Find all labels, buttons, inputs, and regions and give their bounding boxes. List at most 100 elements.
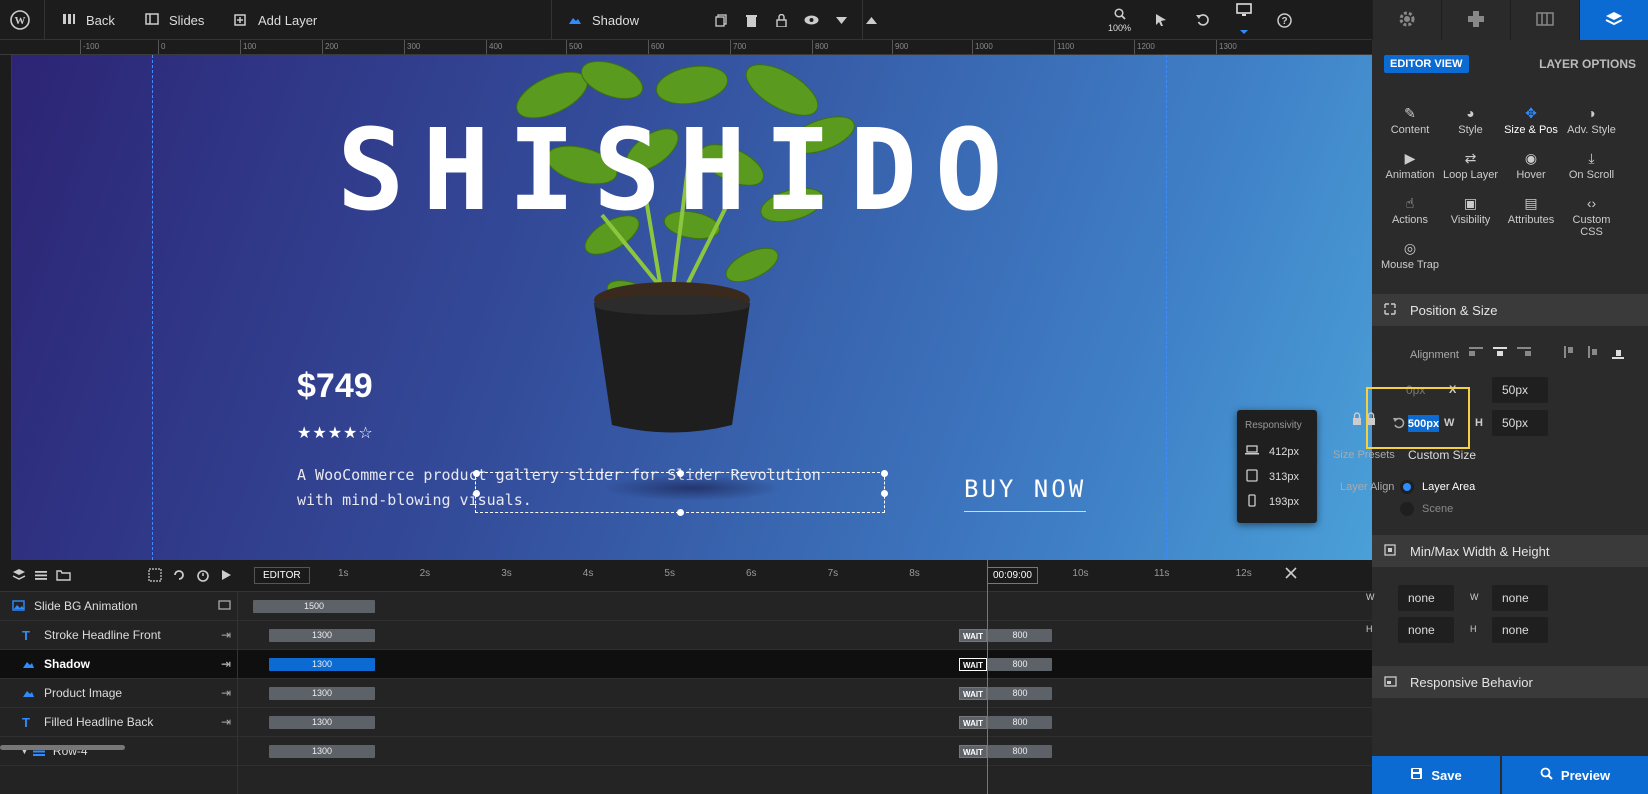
wait-marker[interactable]: WAIT [959, 658, 987, 671]
add-layer-button[interactable]: Add Layer [234, 0, 317, 40]
close-icon[interactable] [1284, 566, 1298, 583]
panel-tab-actions[interactable]: ☝ Actions [1380, 192, 1440, 227]
preview-button[interactable]: Preview [1502, 756, 1648, 794]
selection-box[interactable] [473, 470, 888, 516]
layer-row-filled-headline[interactable]: T Filled Headline Back ⇥ [0, 708, 237, 737]
responsive-section-header[interactable]: Responsive Behavior [1372, 666, 1648, 698]
settings-tab[interactable] [1372, 0, 1441, 40]
panel-tab-hover[interactable]: ◉ Hover [1501, 147, 1561, 182]
end-animation-bar[interactable]: 800 [988, 745, 1052, 758]
align-bottom-icon[interactable] [1610, 345, 1626, 362]
wordpress-logo-icon[interactable]: W [10, 0, 30, 40]
animation-bar[interactable]: 1500 [253, 600, 375, 613]
resize-handle[interactable] [677, 470, 684, 477]
arrow-to-line-icon[interactable]: ⇥ [221, 686, 231, 700]
panel-tab-content[interactable]: ✎ Content [1380, 102, 1440, 137]
panel-tab-size-pos[interactable]: ✥ Size & Pos [1501, 102, 1561, 137]
gallery-icon[interactable] [218, 599, 231, 613]
animation-bar[interactable]: 1300 [269, 687, 375, 700]
panel-tab-visibility[interactable]: ▣ Visibility [1441, 192, 1501, 227]
layers-list-icon[interactable] [12, 568, 26, 585]
layer-row-product-image[interactable]: Product Image ⇥ [0, 679, 237, 708]
trash-icon[interactable] [740, 9, 762, 31]
panel-tab-attributes[interactable]: ▤ Attributes [1501, 192, 1561, 227]
zoom-control[interactable]: 100% [1108, 0, 1131, 40]
height-input[interactable]: 50px [1492, 410, 1548, 436]
size-presets-select[interactable]: Custom Size [1398, 442, 1548, 468]
undo-icon[interactable] [1196, 0, 1210, 40]
panel-tab-on-scroll[interactable]: ⤓ On Scroll [1562, 147, 1622, 182]
grid-snap-icon[interactable] [148, 568, 162, 585]
navigation-tab[interactable] [1441, 0, 1510, 40]
min-height-input[interactable]: none [1398, 617, 1454, 643]
responsivity-laptop[interactable]: 412px [1245, 439, 1309, 464]
lock-icon[interactable] [770, 9, 792, 31]
animation-bar[interactable]: 1300 [269, 745, 375, 758]
rating-stars[interactable]: ★★★★☆ [297, 423, 374, 443]
play-icon[interactable] [220, 568, 232, 585]
move-up-icon[interactable] [860, 9, 882, 31]
select-cursor-icon[interactable] [1155, 0, 1167, 40]
lock-icon[interactable] [1350, 412, 1364, 429]
wait-marker[interactable]: WAIT [959, 629, 987, 642]
current-time[interactable]: 00:09:00 [987, 567, 1038, 584]
min-width-input[interactable]: none [1398, 585, 1454, 611]
align-top-icon[interactable] [1562, 345, 1578, 362]
timeline-playhead[interactable] [987, 560, 988, 794]
responsivity-phone[interactable]: 193px [1245, 489, 1309, 514]
eye-icon[interactable] [800, 9, 822, 31]
arrow-to-line-icon[interactable]: ⇥ [221, 715, 231, 729]
layer-row-stroke-headline[interactable]: T Stroke Headline Front ⇥ [0, 621, 237, 650]
editor-time-label[interactable]: EDITOR [254, 567, 310, 584]
resize-handle[interactable] [881, 470, 888, 477]
wait-marker[interactable]: WAIT [959, 716, 987, 729]
y-input[interactable]: 50px [1492, 377, 1548, 403]
resize-handle[interactable] [473, 470, 480, 477]
duplicate-icon[interactable] [710, 9, 732, 31]
position-size-section-header[interactable]: Position & Size [1372, 294, 1648, 326]
current-layer-selector[interactable]: Shadow [568, 0, 639, 40]
resize-handle[interactable] [473, 489, 480, 497]
move-down-icon[interactable] [830, 9, 852, 31]
layer-row-slide-bg[interactable]: Slide BG Animation [0, 592, 237, 621]
wait-marker[interactable]: WAIT [959, 687, 987, 700]
horizontal-scrollbar[interactable] [0, 745, 125, 750]
save-button[interactable]: Save [1372, 756, 1500, 794]
slide-canvas[interactable]: SHISHIDO $749 ★★★★☆ A WooCommerce produc… [12, 55, 1372, 560]
align-middle-icon[interactable] [1586, 345, 1602, 362]
headline-title[interactable]: SHISHIDO [337, 115, 1020, 227]
animation-bar[interactable]: 1300 [269, 658, 375, 671]
help-icon[interactable]: ? [1277, 0, 1292, 40]
max-width-input[interactable]: none [1492, 585, 1548, 611]
slides-button[interactable]: Slides [145, 0, 204, 40]
product-price[interactable]: $749 [297, 367, 373, 406]
device-desktop-button[interactable] [1236, 0, 1252, 40]
editor-view-button[interactable]: EDITOR VIEW [1384, 55, 1469, 73]
slide-options-tab[interactable] [1510, 0, 1579, 40]
panel-tab-mouse-trap[interactable]: ◎ Mouse Trap [1380, 237, 1440, 272]
resize-handle[interactable] [881, 489, 888, 497]
animation-bar[interactable]: 1300 [269, 716, 375, 729]
timer-icon[interactable] [196, 568, 210, 585]
panel-tab-style[interactable]: ◕ Style [1441, 102, 1501, 136]
buy-now-button[interactable]: BUY NOW [964, 475, 1087, 512]
end-animation-bar[interactable]: 800 [988, 658, 1052, 671]
end-animation-bar[interactable]: 800 [988, 629, 1052, 642]
panel-tab-custom-css[interactable]: ‹› Custom CSS [1562, 192, 1622, 238]
align-right-icon[interactable] [1516, 345, 1532, 362]
wait-marker[interactable]: WAIT [959, 745, 987, 758]
layer-row-shadow[interactable]: Shadow ⇥ [0, 650, 237, 679]
end-animation-bar[interactable]: 800 [988, 687, 1052, 700]
max-height-input[interactable]: none [1492, 617, 1548, 643]
animation-bar[interactable]: 1300 [269, 629, 375, 642]
folder-icon[interactable] [56, 568, 71, 585]
minmax-section-header[interactable]: Min/Max Width & Height [1372, 535, 1648, 567]
panel-tab-animation[interactable]: ▶ Animation [1380, 147, 1440, 182]
arrow-to-line-icon[interactable]: ⇥ [221, 628, 231, 642]
layer-options-tab[interactable] [1579, 0, 1648, 40]
align-left-icon[interactable] [1468, 345, 1484, 362]
resize-handle[interactable] [677, 509, 684, 516]
end-animation-bar[interactable]: 800 [988, 716, 1052, 729]
layer-row-row4[interactable]: ▼ Row-4 [0, 737, 237, 766]
loop-icon[interactable] [172, 568, 186, 585]
